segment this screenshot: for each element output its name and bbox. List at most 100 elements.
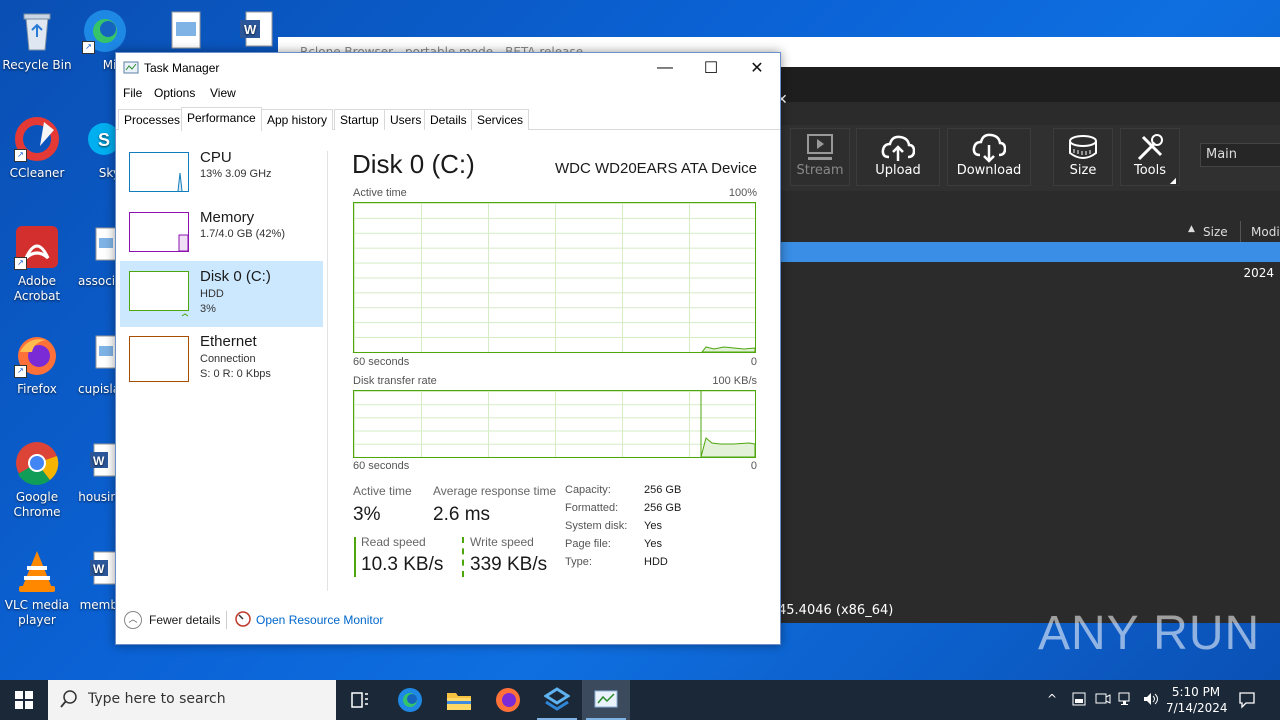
tab-performance[interactable]: Performance: [181, 107, 262, 131]
column-modified[interactable]: Modi: [1251, 225, 1280, 239]
fewer-details-button[interactable]: Fewer details: [149, 613, 220, 627]
menu-view[interactable]: View: [210, 86, 236, 100]
svg-text:W: W: [93, 562, 105, 576]
size-button[interactable]: Size: [1053, 128, 1113, 186]
desktop-icon-skype[interactable]: S Sky: [80, 116, 120, 181]
sidebar-item-disk[interactable]: Disk 0 (C:) HDD 3%: [120, 261, 323, 327]
clock-time: 5:10 PM: [1171, 685, 1221, 699]
minimize-button[interactable]: —: [642, 53, 688, 83]
tab-services[interactable]: Services: [471, 109, 530, 130]
desktop-icon-memb[interactable]: W memb: [78, 548, 118, 613]
image-file-icon: [162, 8, 208, 54]
desktop-icon-word[interactable]: W: [230, 8, 280, 58]
tab-processes[interactable]: Processes: [118, 109, 187, 130]
taskbar-task-manager[interactable]: [582, 680, 630, 720]
show-hidden-icons[interactable]: ^: [1047, 692, 1057, 706]
disk-device-name: WDC WD20EARS ATA Device: [555, 160, 757, 177]
taskbar-edge[interactable]: [386, 680, 434, 720]
graph-zero-label: 0: [750, 460, 757, 472]
anyrun-watermark: ANY RUN: [1038, 607, 1261, 660]
taskbar-search-box[interactable]: Type here to search: [48, 680, 336, 720]
taskbar-file-explorer[interactable]: [435, 680, 483, 720]
stat-response-value: 2.6 ms: [433, 504, 491, 525]
skype-icon: S: [82, 116, 120, 162]
desktop-icon-label: Recycle Bin: [2, 58, 72, 72]
taskbar-rclone[interactable]: [533, 680, 581, 720]
meet-now-icon[interactable]: [1095, 691, 1111, 710]
sidebar-item-cpu[interactable]: CPU 13% 3.09 GHz: [120, 143, 323, 207]
notifications-icon[interactable]: [1238, 691, 1256, 712]
task-manager-window[interactable]: Task Manager — ☐ ✕ File Options View Pro…: [115, 52, 781, 645]
desktop-icon-ccleaner[interactable]: ↗ CCleaner: [0, 116, 74, 181]
close-button[interactable]: ✕: [734, 53, 780, 83]
download-label: Download: [956, 163, 1022, 178]
sidebar-item-memory[interactable]: Memory 1.7/4.0 GB (42%): [120, 203, 323, 267]
clock[interactable]: 5:10 PM 7/14/2024: [1166, 684, 1228, 716]
footer-divider: [226, 611, 227, 629]
battery-icon[interactable]: [1071, 691, 1087, 710]
tab-app-history[interactable]: App history: [261, 109, 334, 130]
desktop-icon-label: Sky: [98, 166, 120, 180]
sidebar-item-name: CPU: [200, 149, 232, 166]
sort-arrow-icon[interactable]: ▲: [1188, 224, 1195, 234]
active-time-graph-label: Active time: [353, 187, 407, 199]
title-bar[interactable]: Task Manager — ☐ ✕: [116, 53, 780, 83]
network-icon[interactable]: [1118, 691, 1136, 710]
desktop-icon-housin[interactable]: W housin: [78, 440, 118, 505]
start-button[interactable]: [0, 680, 48, 720]
task-view-button[interactable]: [336, 680, 384, 720]
desktop-icon-label: associa: [78, 274, 123, 288]
main-select[interactable]: Main: [1200, 143, 1280, 167]
graph-zero-label: 0: [750, 356, 757, 368]
window-title: Task Manager: [144, 61, 220, 75]
sidebar-item-detail: S: 0 R: 0 Kbps: [200, 368, 271, 380]
sidebar-divider: [327, 151, 328, 591]
chevron-up-icon[interactable]: ︿: [124, 611, 142, 629]
menu-file[interactable]: File: [123, 86, 142, 100]
desktop-icon-firefox[interactable]: ↗ Firefox: [0, 332, 74, 397]
ethernet-thumbnail: [129, 336, 189, 382]
edge-icon: [398, 688, 422, 712]
taskbar-firefox[interactable]: [484, 680, 532, 720]
tab-users[interactable]: Users: [384, 109, 428, 130]
desktop-icon-label: memb: [79, 598, 118, 612]
column-size[interactable]: Size: [1203, 225, 1228, 239]
desktop-icon-recycle-bin[interactable]: Recycle Bin: [0, 8, 74, 73]
word-doc-icon: W: [232, 8, 278, 54]
svg-text:W: W: [93, 454, 105, 468]
disk-thumbnail: [129, 271, 189, 317]
stream-button[interactable]: Stream: [790, 128, 850, 186]
stat-read-label: Read speed: [361, 535, 426, 549]
tools-button[interactable]: Tools ◢: [1120, 128, 1180, 186]
tab-startup[interactable]: Startup: [334, 109, 385, 130]
cpu-thumbnail: [129, 152, 189, 192]
selected-row[interactable]: [778, 242, 1280, 262]
stat-read-value: 10.3 KB/s: [361, 554, 444, 575]
row-modified: 2024: [1243, 266, 1274, 280]
transfer-rate-graph-label: Disk transfer rate: [353, 375, 437, 387]
desktop-icon-file[interactable]: [160, 8, 210, 58]
tab-details[interactable]: Details: [424, 109, 473, 130]
svg-text:W: W: [244, 22, 257, 37]
dropdown-arrow-icon: ◢: [1169, 176, 1176, 185]
desktop-icon-vlc[interactable]: VLC media player: [0, 548, 74, 628]
sidebar-item-name: Memory: [200, 209, 255, 226]
desktop-icon-label: Firefox: [17, 382, 57, 396]
folder-icon: [447, 693, 471, 710]
sidebar-item-ethernet[interactable]: Ethernet Connection S: 0 R: 0 Kbps: [120, 329, 323, 393]
desktop-icon-associa[interactable]: associa: [78, 224, 123, 289]
download-button[interactable]: Download: [947, 128, 1031, 186]
volume-icon[interactable]: [1142, 691, 1160, 710]
desktop-icon-acrobat[interactable]: ↗ Adobe Acrobat: [0, 224, 74, 304]
open-resource-monitor-link[interactable]: Open Resource Monitor: [256, 613, 383, 627]
menu-options[interactable]: Options: [154, 86, 195, 100]
sidebar-item-detail: 1.7/4.0 GB (42%): [200, 228, 285, 240]
prop-capacity-label: Capacity:: [565, 484, 611, 496]
maximize-button[interactable]: ☐: [688, 53, 734, 83]
sidebar-item-name: Ethernet: [200, 333, 257, 350]
desktop-icon-label: housin: [78, 490, 118, 504]
desktop-icon-chrome[interactable]: Google Chrome: [0, 440, 74, 520]
desktop-icon-cupisla[interactable]: cupisla: [78, 332, 120, 397]
upload-cloud-icon: [857, 129, 939, 163]
upload-button[interactable]: Upload: [856, 128, 940, 186]
